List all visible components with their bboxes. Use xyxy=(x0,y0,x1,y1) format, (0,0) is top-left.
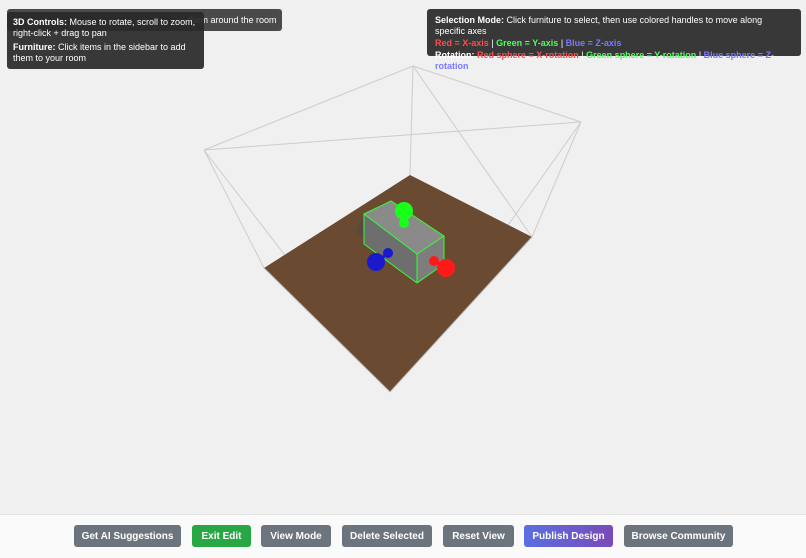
furniture-title: Furniture: xyxy=(13,42,56,52)
selection-help: Selection Mode: Click furniture to selec… xyxy=(435,15,793,37)
reset-view-button[interactable]: Reset View xyxy=(443,525,514,547)
view-mode-button[interactable]: View Mode xyxy=(261,525,331,547)
rotation-title: Rotation: xyxy=(435,50,475,60)
get-ai-suggestions-button[interactable]: Get AI Suggestions xyxy=(74,525,181,547)
axes-legend: Red = X-axis | Green = Y-axis | Blue = Z… xyxy=(435,38,793,49)
publish-design-button[interactable]: Publish Design xyxy=(524,525,613,547)
3d-scene[interactable] xyxy=(0,0,806,512)
controls-tooltip: 3D Controls: Mouse to rotate, scroll to … xyxy=(7,12,204,69)
controls-help: 3D Controls: Mouse to rotate, scroll to … xyxy=(13,17,198,39)
bottom-toolbar: Get AI Suggestions Exit Edit View Mode D… xyxy=(0,514,806,558)
separator: | xyxy=(491,38,494,48)
browse-community-button[interactable]: Browse Community xyxy=(624,525,733,547)
furniture-help: Furniture: Click items in the sidebar to… xyxy=(13,42,198,64)
separator: | xyxy=(581,50,584,60)
y-rotation-legend: Green sphere = Y-rotation xyxy=(586,50,697,60)
selection-title: Selection Mode: xyxy=(435,15,505,25)
rotation-legend: Rotation: Red sphere = X-rotation | Gree… xyxy=(435,50,793,72)
selection-mode-tooltip: Selection Mode: Click furniture to selec… xyxy=(427,9,801,71)
x-rotation-legend: Red sphere = X-rotation xyxy=(477,50,579,60)
separator: | xyxy=(560,38,564,48)
x-axis-legend: Red = X-axis xyxy=(435,38,489,48)
y-axis-legend: Green = Y-axis xyxy=(496,38,559,48)
separator: | xyxy=(698,50,702,60)
controls-title: 3D Controls: xyxy=(13,17,67,27)
exit-edit-button[interactable]: Exit Edit xyxy=(192,525,251,547)
3d-viewport[interactable] xyxy=(0,0,806,512)
delete-selected-button[interactable]: Delete Selected xyxy=(342,525,432,547)
z-axis-legend: Blue = Z-axis xyxy=(565,38,622,48)
